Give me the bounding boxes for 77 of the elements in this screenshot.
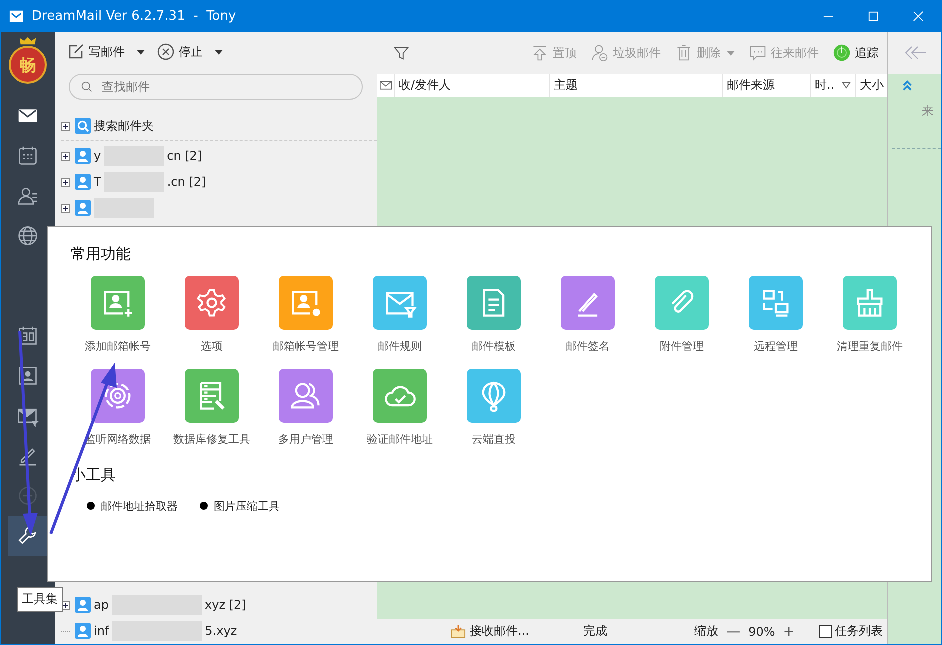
caret-icon[interactable]	[215, 50, 223, 54]
tool-label[interactable]: 选项	[201, 339, 223, 355]
close-icon[interactable]	[913, 11, 924, 22]
tool-link[interactable]: 图片压缩工具	[214, 498, 280, 514]
tool-label[interactable]: 附件管理	[660, 339, 704, 355]
search-folder-icon	[75, 118, 91, 134]
account-label[interactable]: xyz [2]	[204, 598, 246, 612]
tool-label[interactable]: 验证邮件地址	[367, 432, 433, 448]
zoom-out-button[interactable]: —	[718, 624, 749, 640]
user-icon	[75, 174, 91, 190]
arrow-up-icon	[531, 44, 549, 62]
account-label[interactable]: cn [2]	[167, 149, 202, 163]
target-icon[interactable]	[91, 368, 145, 423]
tool-label[interactable]: 远程管理	[754, 339, 798, 355]
tool-label[interactable]: 清理重复邮件	[837, 339, 903, 355]
track-button[interactable]: 追踪	[833, 44, 879, 62]
tool-label[interactable]: 数据库修复工具	[174, 432, 250, 448]
status-text: 接收邮件...	[470, 623, 530, 640]
bullet-icon	[200, 502, 208, 510]
account-label[interactable]: ap	[94, 598, 109, 612]
tool-label[interactable]: 多用户管理	[278, 432, 334, 448]
stop-icon	[157, 43, 175, 61]
users-icon[interactable]	[279, 368, 333, 423]
account-label[interactable]: T	[94, 175, 102, 189]
checkbox-label[interactable]: 任务列表	[835, 623, 883, 640]
checkbox[interactable]	[819, 625, 832, 638]
search-field[interactable]: 查找邮件	[69, 74, 363, 100]
envelope-icon	[380, 81, 392, 90]
collapse-icon[interactable]	[902, 80, 913, 91]
tool-label[interactable]: 邮件模板	[472, 339, 516, 355]
account-label[interactable]: y	[94, 149, 102, 163]
stop-button[interactable]: 停止	[157, 43, 223, 61]
user-icon	[75, 148, 91, 164]
zoom-in-button[interactable]: +	[775, 624, 803, 640]
account-label[interactable]: 5.xyz	[205, 624, 238, 638]
expand-icon[interactable]	[61, 152, 70, 160]
pen-icon[interactable]	[561, 276, 615, 330]
tool-link[interactable]: 邮件地址拾取器	[101, 498, 178, 514]
edit-icon	[67, 43, 85, 61]
tool-label[interactable]: 邮箱帐号管理	[273, 339, 339, 355]
filter-icon[interactable]	[393, 44, 410, 62]
account-label[interactable]: inf	[94, 624, 110, 638]
mail-icon	[9, 9, 24, 24]
section-title: 常用功能	[71, 245, 132, 264]
tool-label[interactable]: 邮件规则	[378, 339, 422, 355]
expand-icon[interactable]	[61, 178, 70, 186]
window-title: DreamMail Ver 6.2.7.31 - Tony	[32, 9, 236, 24]
compose-button[interactable]: 写邮件	[67, 43, 145, 61]
status-text: 完成	[583, 623, 608, 640]
chat-icon	[749, 44, 767, 62]
zoom-label: 缩放	[694, 623, 719, 640]
bullet-icon	[87, 502, 95, 510]
column-header[interactable]: 大小	[856, 74, 887, 97]
users-icon	[75, 200, 91, 216]
account-label[interactable]: .cn [2]	[167, 175, 206, 189]
folder-label[interactable]: 搜索邮件夹	[94, 118, 154, 134]
expand-icon[interactable]	[61, 122, 70, 130]
expand-icon[interactable]	[61, 204, 70, 212]
maximize-icon[interactable]	[868, 11, 879, 22]
user-icon	[75, 597, 91, 613]
search-icon	[81, 81, 93, 93]
gear-icon[interactable]	[185, 276, 239, 330]
inbox-icon	[451, 624, 466, 638]
sort-icon	[842, 82, 851, 89]
tool-label[interactable]: 添加邮箱帐号	[85, 339, 151, 355]
trash-icon	[675, 44, 693, 62]
logo: 畅	[9, 36, 47, 86]
caret-icon[interactable]	[137, 50, 145, 54]
cloud-check-icon[interactable]	[373, 368, 427, 423]
paperclip-icon[interactable]	[655, 276, 709, 330]
from-label: 来	[922, 103, 935, 120]
user-icon	[75, 623, 91, 639]
tooltip: 工具集	[17, 587, 63, 612]
tool-label[interactable]: 邮件签名	[566, 339, 610, 355]
tool-label[interactable]: 云端直投	[472, 432, 516, 448]
zoom-value: 90%	[748, 624, 776, 638]
user-minus-icon	[591, 44, 609, 62]
